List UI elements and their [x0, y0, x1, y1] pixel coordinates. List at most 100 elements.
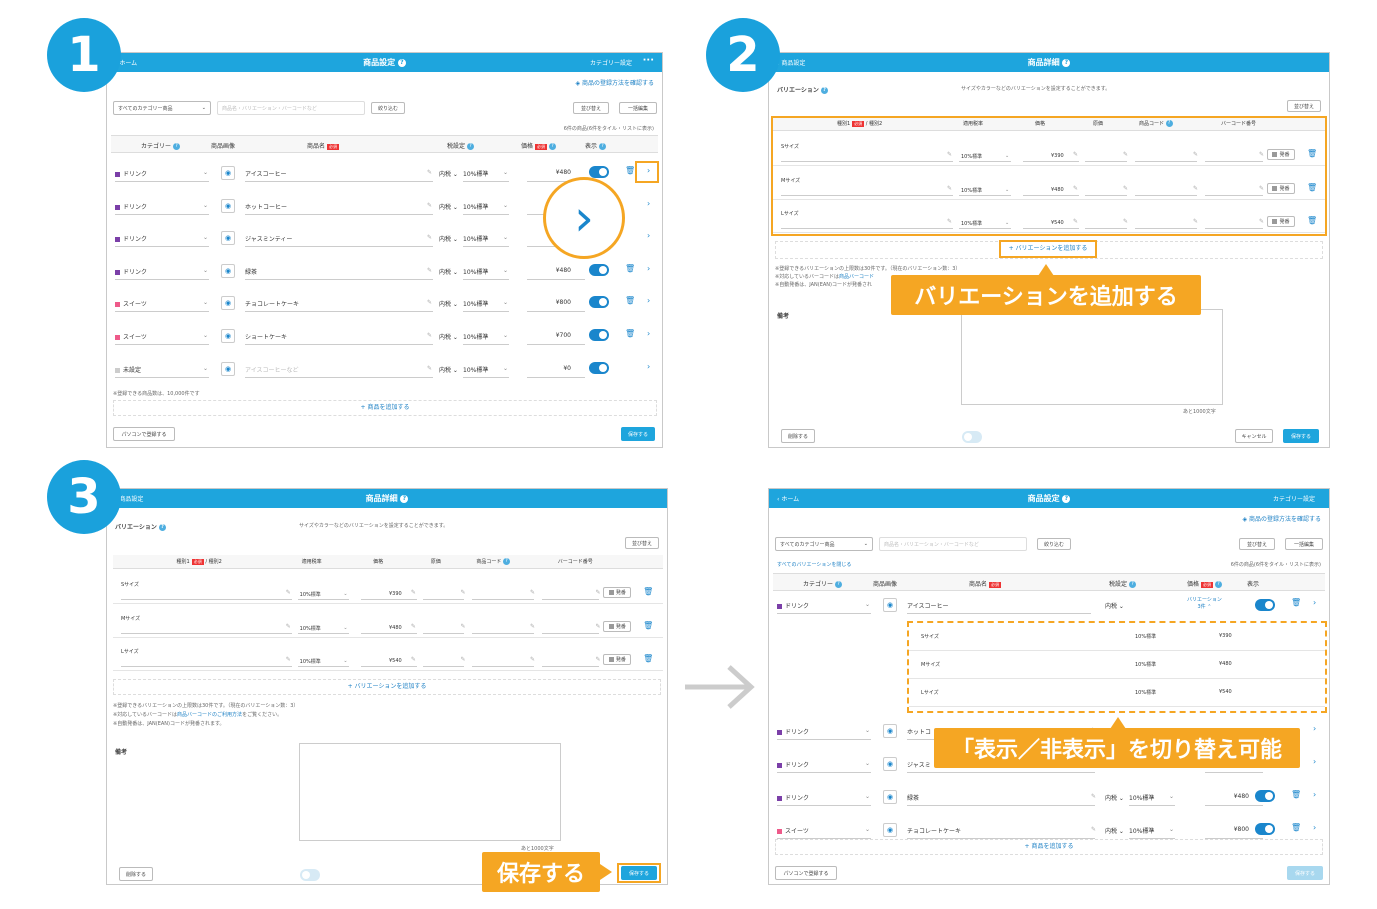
tax-rate[interactable]: 10%標準	[1129, 793, 1154, 802]
add-variation-highlight[interactable]: + バリエーションを追加する	[999, 240, 1097, 258]
product-name[interactable]: 緑茶	[245, 267, 257, 276]
product-name[interactable]: ホットコ	[907, 727, 931, 736]
tax-type[interactable]: 内税 ⌄	[439, 169, 458, 178]
variation-name[interactable]: Mサイズ	[121, 615, 140, 622]
issue-barcode-button[interactable]: 発番	[603, 620, 632, 632]
product-name[interactable]: ホットコーヒー	[245, 202, 287, 211]
trash-icon[interactable]: 🗑	[625, 329, 635, 338]
add-product-button[interactable]: + 商品を追加する	[775, 839, 1323, 855]
chevron-right-icon[interactable]: ›	[1313, 790, 1316, 799]
camera-icon[interactable]: ◉	[221, 361, 235, 376]
chevron-right-icon[interactable]: ›	[647, 264, 650, 273]
help-icon[interactable]: ?	[1062, 58, 1071, 67]
camera-icon[interactable]: ◉	[221, 198, 235, 213]
product-name[interactable]: チョコレートケーキ	[245, 299, 299, 308]
table-row[interactable]: 未設定 ⌄ ◉ アイスコーヒーなど ✎ 内税 ⌄ 10%標準 ⌄ ¥0 ›	[111, 353, 658, 386]
variation-name[interactable]: Sサイズ	[121, 581, 139, 588]
cancel-button[interactable]: キャンセル	[1235, 429, 1273, 443]
camera-icon[interactable]: ◉	[221, 329, 235, 343]
delete-button[interactable]: 削除する	[781, 429, 815, 443]
save-button[interactable]: 保存する	[1287, 866, 1323, 880]
camera-icon[interactable]: ◉	[221, 296, 235, 311]
sort-button[interactable]: 並び替え	[625, 537, 659, 549]
pc-register-button[interactable]: パソコンで登録する	[113, 427, 175, 441]
camera-icon[interactable]: ◉	[883, 724, 897, 738]
camera-icon[interactable]: ◉	[883, 757, 897, 771]
tax-type[interactable]: 内税 ⌄	[439, 267, 458, 276]
pc-register-button[interactable]: パソコンで登録する	[775, 866, 837, 880]
product-name[interactable]: アイスコーヒー	[245, 169, 287, 178]
display-toggle[interactable]	[962, 431, 982, 443]
help-icon[interactable]: ?	[400, 494, 409, 503]
chevron-right-icon[interactable]: ›	[647, 231, 650, 240]
memo-textarea[interactable]	[299, 743, 561, 841]
tax-rate[interactable]: 10%標準	[463, 169, 488, 178]
display-toggle[interactable]	[300, 869, 320, 881]
table-row[interactable]: ドリンク ⌄ ◉ 緑茶 ✎ 内税 ⌄ 10%標準 ⌄ ¥480 🗑 ›	[111, 255, 658, 288]
camera-icon[interactable]: ◉	[883, 823, 897, 837]
tax-type[interactable]: 内税 ⌄	[439, 234, 458, 243]
trash-icon[interactable]: 🗑	[643, 654, 653, 663]
tax-rate[interactable]: 10%標準	[463, 267, 488, 276]
issue-barcode-button[interactable]: 発番	[603, 654, 632, 665]
display-toggle[interactable]	[1255, 790, 1275, 802]
add-product-button[interactable]: + 商品を追加する	[113, 400, 657, 416]
tax-type[interactable]: 内税 ⌄	[1105, 793, 1124, 802]
product-name[interactable]: チョコレートケーキ	[907, 826, 961, 835]
camera-icon[interactable]: ◉	[883, 790, 897, 804]
tax-type[interactable]: 内税 ⌄	[439, 299, 458, 308]
product-name[interactable]: ショートケーキ	[245, 332, 287, 341]
variation-price[interactable]: ¥540	[389, 658, 402, 664]
chevron-right-icon[interactable]: ›	[1313, 823, 1316, 832]
tax-rate[interactable]: 10%標準	[463, 332, 488, 341]
product-name[interactable]: アイスコーヒーなど	[245, 365, 299, 374]
variation-row[interactable]: Mサイズ ✎ 10%標準 ⌄ ¥480 ✎ ✎ ✎ ✎ 発番 🗑	[113, 605, 663, 638]
chevron-right-icon[interactable]: ›	[647, 362, 650, 371]
variation-name[interactable]: Lサイズ	[121, 648, 139, 655]
trash-icon[interactable]: 🗑	[1291, 790, 1301, 799]
tax-rate[interactable]: 10%標準	[1129, 826, 1154, 835]
tax-rate[interactable]: 10%標準	[463, 234, 488, 243]
variation-price[interactable]: ¥390	[389, 591, 402, 597]
memo-textarea[interactable]	[961, 309, 1223, 405]
display-toggle[interactable]	[589, 296, 609, 309]
save-button[interactable]: 保存する	[621, 427, 655, 441]
variation-tax[interactable]: 10%標準	[300, 658, 321, 665]
table-row[interactable]: スイーツ ⌄ ◉ ショートケーキ ✎ 内税 ⌄ 10%標準 ⌄ ¥700 🗑 ›	[111, 320, 658, 353]
trash-icon[interactable]: 🗑	[1291, 823, 1301, 832]
tax-type[interactable]: 内税 ⌄	[439, 332, 458, 341]
variation-row[interactable]: Sサイズ ✎ 10%標準 ⌄ ¥390 ✎ ✎ ✎ ✎ 発番 🗑	[113, 571, 663, 604]
product-name[interactable]: ジャスミ	[907, 760, 931, 769]
variation-row[interactable]: Lサイズ ✎ 10%標準 ⌄ ¥540 ✎ ✎ ✎ ✎ 発番 🗑	[113, 638, 663, 671]
camera-icon[interactable]: ◉	[221, 231, 235, 246]
product-name[interactable]: 緑茶	[907, 793, 919, 802]
tax-rate[interactable]: 10%標準	[463, 202, 488, 211]
display-toggle[interactable]	[589, 166, 609, 178]
tax-type[interactable]: 内税 ⌄	[439, 202, 458, 211]
tax-type[interactable]: 内税 ⌄	[1105, 826, 1124, 835]
chevron-right-icon[interactable]: ›	[647, 199, 650, 208]
issue-barcode-button[interactable]: 発番	[603, 587, 632, 598]
trash-icon[interactable]: 🗑	[643, 587, 653, 596]
delete-button[interactable]: 削除する	[119, 867, 153, 881]
trash-icon[interactable]: 🗑	[625, 264, 635, 273]
display-toggle[interactable]	[1255, 823, 1275, 835]
chevron-right-icon[interactable]: ›	[1313, 724, 1316, 733]
display-toggle[interactable]	[589, 329, 609, 341]
table-row[interactable]: スイーツ ⌄ ◉ チョコレートケーキ ✎ 内税 ⌄ 10%標準 ⌄ ¥800 🗑…	[111, 287, 658, 320]
save-button[interactable]: 保存する	[1283, 429, 1319, 443]
chevron-right-icon[interactable]: ›	[647, 296, 650, 305]
tax-type[interactable]: 内税 ⌄	[439, 365, 458, 374]
variation-tax[interactable]: 10%標準	[300, 591, 321, 598]
camera-icon[interactable]: ◉	[221, 166, 235, 180]
chevron-right-icon[interactable]: ›	[1313, 757, 1316, 766]
add-variation-button[interactable]: + バリエーションを追加する	[113, 679, 661, 695]
sort-button[interactable]: 並び替え	[1287, 100, 1321, 112]
trash-icon[interactable]: 🗑	[625, 166, 635, 175]
tax-rate[interactable]: 10%標準	[463, 299, 488, 308]
product-name[interactable]: ジャスミンティー	[245, 234, 292, 243]
trash-icon[interactable]: 🗑	[625, 296, 635, 305]
variation-tax[interactable]: 10%標準	[300, 625, 321, 632]
variation-price[interactable]: ¥480	[389, 625, 402, 631]
tax-rate[interactable]: 10%標準	[463, 365, 488, 374]
